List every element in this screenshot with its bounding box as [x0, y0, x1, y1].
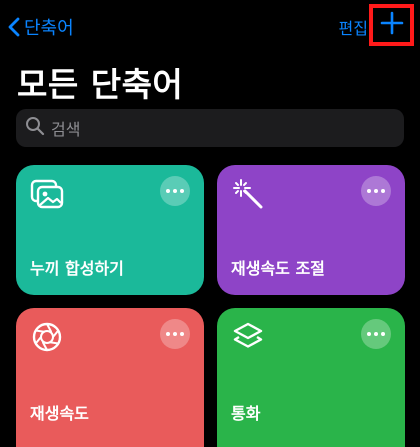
more-button[interactable]	[361, 319, 391, 349]
more-button[interactable]	[160, 176, 190, 206]
chevron-left-icon	[8, 17, 20, 37]
shortcut-label: 누끼 합성하기	[30, 259, 124, 278]
more-dot	[166, 332, 170, 336]
edit-button[interactable]: 편집	[339, 15, 368, 39]
add-shortcut-button[interactable]	[369, 4, 414, 46]
plus-icon	[380, 11, 404, 39]
more-dot	[367, 189, 371, 193]
search-placeholder: 검색	[51, 120, 81, 139]
page-title: 모든 단축어	[17, 65, 184, 104]
shortcut-tile-1[interactable]: 누끼 합성하기	[16, 165, 204, 295]
more-dot	[180, 189, 184, 193]
more-dot	[374, 332, 378, 336]
more-dot	[381, 189, 385, 193]
shortcuts-screen: 단축어 편집 모든 단축어 검색 누끼 합성하기 재생속도 조절 재생속도 통화	[0, 0, 420, 447]
more-dot	[173, 189, 177, 193]
shortcut-tile-4[interactable]: 통화	[217, 308, 405, 447]
more-button[interactable]	[361, 176, 391, 206]
more-button[interactable]	[160, 319, 190, 349]
back-button[interactable]: 단축어	[8, 13, 74, 41]
more-dot	[367, 332, 371, 336]
aperture-icon	[30, 320, 64, 354]
more-dot	[166, 189, 170, 193]
shortcut-tile-2[interactable]: 재생속도 조절	[217, 165, 405, 295]
more-dot	[180, 332, 184, 336]
shortcut-label: 재생속도 조절	[231, 259, 325, 278]
search-icon	[25, 116, 45, 140]
shortcut-tile-3[interactable]: 재생속도	[16, 308, 204, 447]
photos-icon	[30, 177, 64, 211]
back-button-label: 단축어	[24, 18, 74, 39]
more-dot	[374, 189, 378, 193]
search-field[interactable]: 검색	[16, 109, 404, 147]
shortcut-label: 통화	[231, 404, 261, 423]
more-dot	[173, 332, 177, 336]
layers-icon	[231, 320, 265, 354]
more-dot	[381, 332, 385, 336]
shortcut-label: 재생속도	[30, 404, 89, 423]
magic-wand-icon	[231, 177, 265, 211]
